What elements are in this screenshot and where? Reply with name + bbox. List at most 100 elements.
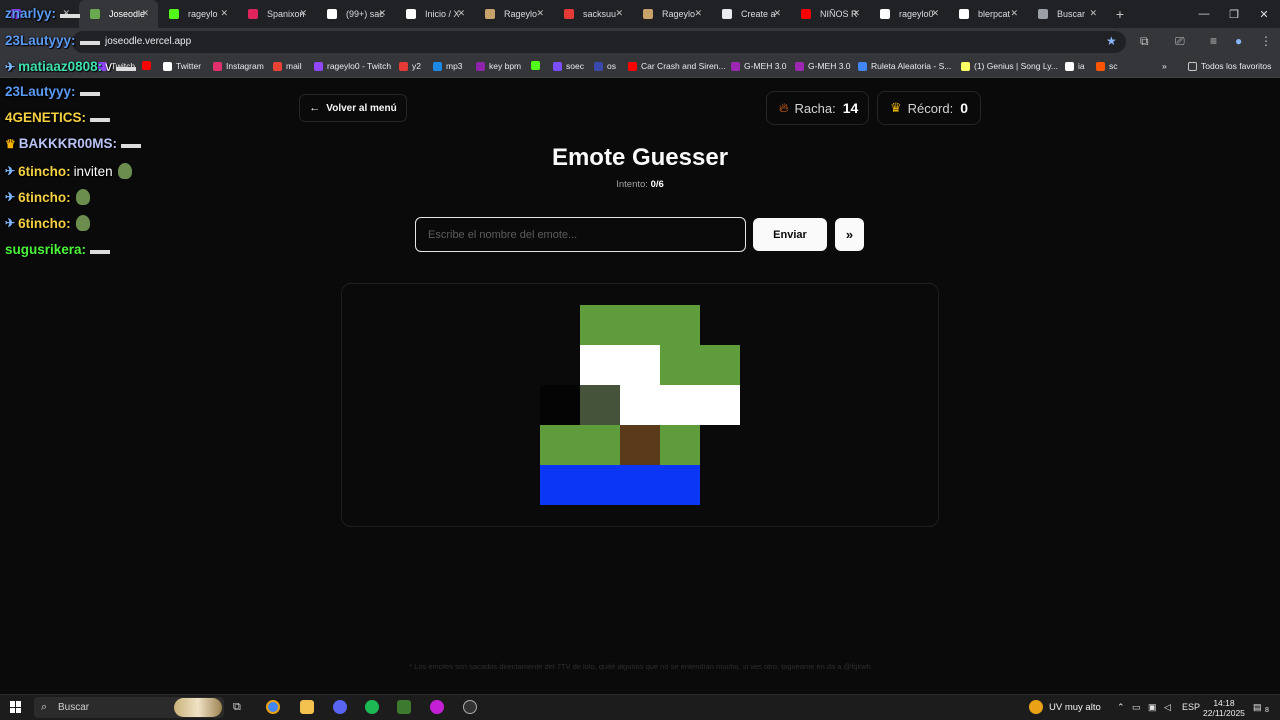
bookmark-item[interactable]: sc [1096, 61, 1118, 71]
language-indicator[interactable]: ESP [1182, 702, 1200, 712]
tab-label: Buscar [1057, 9, 1086, 19]
taskbar: ⌕ Buscar ⧉ UV muy alto ⌃ ▭ ▣ ◁ ESP 14:18… [0, 694, 1280, 720]
close-tab-icon[interactable]: ✕ [220, 8, 228, 19]
browser-tab[interactable]: Rageylo ✕ [632, 0, 711, 28]
close-tab-icon[interactable]: ✕ [694, 8, 702, 19]
bookmark-item[interactable]: G-MEH 3.0 [731, 61, 787, 71]
tray-chevron-icon[interactable]: ⌃ [1117, 702, 1125, 713]
cast-icon[interactable]: ⎚ [1175, 34, 1185, 49]
chrome-icon[interactable] [266, 700, 280, 714]
browser-tab[interactable]: Joseodle ✕ [79, 0, 158, 28]
menu-kebab-icon[interactable]: ⋮ [1260, 34, 1272, 48]
app-icon [564, 9, 574, 19]
bookmark-favicon-icon [553, 61, 562, 71]
weather-widget[interactable]: UV muy alto [1029, 700, 1101, 714]
clock[interactable]: 14:18 22/11/2025 [1203, 698, 1245, 718]
bookmark-favicon-icon [433, 61, 442, 71]
bookmark-item[interactable]: soec [553, 61, 584, 71]
windows-start-icon[interactable] [10, 701, 22, 713]
minimize-icon[interactable]: — [1188, 0, 1220, 28]
bookmark-item[interactable]: Ruleta Aleatoria - S... [858, 61, 951, 71]
bookmark-label: Ruleta Aleatoria - S... [871, 61, 952, 71]
url-text[interactable]: joseodle.vercel.app [105, 36, 191, 47]
browser-tab[interactable]: Spanixon ✕ [237, 0, 316, 28]
browser-tab[interactable]: Buscar ✕ [1027, 0, 1106, 28]
close-tab-icon[interactable]: ✕ [457, 8, 465, 19]
close-tab-icon[interactable]: ✕ [1089, 8, 1097, 19]
emote-pixel [660, 305, 700, 345]
close-tab-icon[interactable]: ✕ [378, 8, 386, 19]
emote-pixel [660, 385, 700, 425]
network-icon[interactable]: ▣ [1148, 702, 1157, 713]
chat-username: 23Lautyyy: [5, 33, 76, 48]
spotify-icon[interactable] [365, 700, 379, 714]
chat-message: sugusrikera: [5, 242, 111, 257]
browser-tab[interactable]: Rageylo ✕ [474, 0, 553, 28]
bookmark-label: Instagram [226, 61, 264, 71]
omnibox[interactable] [72, 31, 1126, 53]
emote-pixel [540, 425, 580, 465]
close-tab-icon[interactable]: ✕ [1010, 8, 1018, 19]
back-to-menu-button[interactable]: ← Volver al menú [299, 94, 407, 122]
bookmark-item[interactable]: os [594, 61, 616, 71]
pixelated-emote [540, 305, 740, 505]
extensions-icon[interactable]: ⧉ [1140, 34, 1149, 49]
tray-app-icon[interactable]: ▭ [1132, 702, 1141, 713]
send-button[interactable]: Enviar [753, 218, 827, 251]
bookmark-item[interactable]: Car Crash and Siren... [628, 61, 726, 71]
bookmark-item[interactable]: ia [1065, 61, 1085, 71]
browser-tab[interactable]: (99+) sac ✕ [316, 0, 395, 28]
bookmark-item[interactable]: mail [273, 61, 302, 71]
browser-tab[interactable]: blerpcat ✕ [948, 0, 1027, 28]
star-bookmark-icon[interactable]: ★ [1106, 34, 1117, 48]
close-tab-icon[interactable]: ✕ [615, 8, 623, 19]
streak-box: 🔥︎ Racha: 14 [766, 91, 869, 125]
media-icon[interactable]: ≡ [1210, 34, 1217, 48]
minecraft-icon[interactable] [397, 700, 411, 714]
close-tab-icon[interactable]: ✕ [852, 8, 860, 19]
bookmark-item[interactable]: y2 [399, 61, 421, 71]
close-tab-icon[interactable]: ✕ [773, 8, 781, 19]
file-explorer-icon[interactable] [300, 700, 314, 714]
close-window-icon[interactable]: ✕ [1248, 0, 1280, 28]
chat-message: 23Lautyyy: [5, 33, 100, 48]
close-tab-icon[interactable]: ✕ [299, 8, 307, 19]
obs-icon[interactable] [463, 700, 477, 714]
emote-pixel [580, 385, 620, 425]
skip-button[interactable]: » [835, 218, 864, 251]
bookmark-label: mp3 [446, 61, 463, 71]
app-c-icon[interactable] [430, 700, 444, 714]
browser-tab[interactable]: sacksuu ✕ [553, 0, 632, 28]
restore-icon[interactable]: ❐ [1218, 0, 1250, 28]
bookmark-item[interactable]: mp3 [433, 61, 463, 71]
bookmark-item[interactable] [531, 61, 544, 70]
browser-tab[interactable]: rageylo ✕ [158, 0, 237, 28]
close-tab-icon[interactable]: ✕ [141, 8, 149, 19]
bookmark-item[interactable]: G-MEH 3.0 [795, 61, 851, 71]
browser-tab[interactable]: Inicio / X ✕ [395, 0, 474, 28]
profile-avatar-icon[interactable]: ● [1235, 34, 1242, 48]
all-bookmarks-button[interactable]: Todos los favoritos [1188, 61, 1271, 71]
task-view-icon[interactable]: ⧉ [233, 701, 247, 715]
close-tab-icon[interactable]: ✕ [536, 8, 544, 19]
bookmark-favicon-icon [961, 61, 970, 71]
bookmark-item[interactable] [142, 61, 155, 70]
bookmark-item[interactable]: Instagram [213, 61, 264, 71]
bookmarks-overflow-icon[interactable]: » [1162, 61, 1167, 71]
bookmark-item[interactable]: (1) Genius | Song Ly... [961, 61, 1058, 71]
emote-guess-input[interactable] [415, 217, 746, 252]
close-tab-icon[interactable]: ✕ [931, 8, 939, 19]
browser-tab[interactable]: rageylo0 ✕ [869, 0, 948, 28]
notification-icon[interactable]: ▤ [1253, 702, 1262, 713]
discord-icon[interactable] [333, 700, 347, 714]
bookmark-item[interactable]: Twitter [163, 61, 201, 71]
new-tab-icon[interactable]: + [1110, 6, 1130, 22]
volume-icon[interactable]: ◁ [1164, 702, 1171, 713]
bookmark-item[interactable]: rageylo0 - Twitch [314, 61, 391, 71]
browser-tab[interactable]: NIÑOS R ✕ [790, 0, 869, 28]
bookmark-label: os [607, 61, 616, 71]
bookmark-item[interactable]: key bpm [476, 61, 521, 71]
back-button-label: Volver al menú [326, 102, 397, 114]
taskbar-search[interactable]: ⌕ Buscar [34, 697, 224, 718]
browser-tab[interactable]: Create a ✕ [711, 0, 790, 28]
